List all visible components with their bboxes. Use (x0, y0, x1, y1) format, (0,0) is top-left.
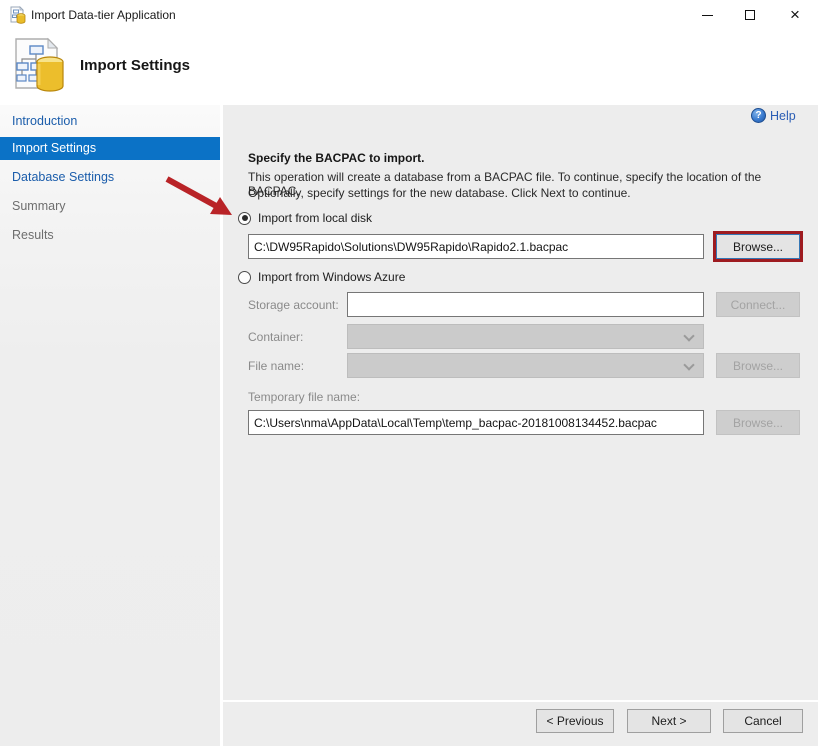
minimize-icon (702, 15, 713, 16)
sidebar-item-results[interactable]: Results (0, 224, 220, 247)
window-title: Import Data-tier Application (31, 0, 176, 30)
maximize-button[interactable] (729, 0, 771, 30)
section-title: Specify the BACPAC to import. (248, 151, 424, 165)
connect-button: Connect... (716, 292, 800, 317)
container-label: Container: (248, 330, 303, 344)
previous-button[interactable]: < Previous (536, 709, 614, 733)
description-line2: Optionally, specify settings for the new… (248, 186, 800, 200)
bacpac-path-input[interactable] (248, 234, 704, 259)
radio-unselected-icon (238, 271, 251, 284)
radio-import-azure[interactable]: Import from Windows Azure (238, 270, 405, 284)
chevron-down-icon (683, 359, 694, 370)
maximize-icon (745, 10, 755, 20)
sidebar-item-database-settings[interactable]: Database Settings (0, 166, 220, 189)
chevron-down-icon (683, 330, 694, 341)
container-dropdown (347, 324, 704, 349)
browse-local-button[interactable]: Browse... (716, 234, 800, 259)
page-title: Import Settings (80, 57, 190, 74)
storage-account-input (347, 292, 704, 317)
radio-azure-label: Import from Windows Azure (258, 270, 405, 284)
cancel-button[interactable]: Cancel (723, 709, 803, 733)
sidebar-item-import-settings[interactable]: Import Settings (0, 137, 220, 160)
header-datatier-icon (8, 36, 68, 94)
help-link[interactable]: ? Help (751, 108, 796, 123)
close-icon: × (790, 0, 800, 30)
radio-import-local-disk[interactable]: Import from local disk (238, 211, 372, 225)
radio-local-disk-label: Import from local disk (258, 211, 372, 225)
help-icon: ? (751, 108, 766, 123)
storage-account-label: Storage account: (248, 298, 339, 312)
next-button[interactable]: Next > (627, 709, 711, 733)
footer-divider (223, 700, 818, 702)
sidebar-item-introduction[interactable]: Introduction (0, 110, 220, 133)
minimize-button[interactable] (686, 0, 728, 30)
browse-temp-button: Browse... (716, 410, 800, 435)
temporary-file-name-label: Temporary file name: (248, 390, 360, 404)
file-name-label: File name: (248, 359, 304, 373)
help-label: Help (770, 109, 796, 123)
close-button[interactable]: × (772, 0, 818, 30)
browse-azure-button: Browse... (716, 353, 800, 378)
temporary-file-input (248, 410, 704, 435)
radio-selected-icon (238, 212, 251, 225)
sidebar-item-summary[interactable]: Summary (0, 195, 220, 218)
app-icon (9, 6, 27, 24)
file-name-dropdown (347, 353, 704, 378)
